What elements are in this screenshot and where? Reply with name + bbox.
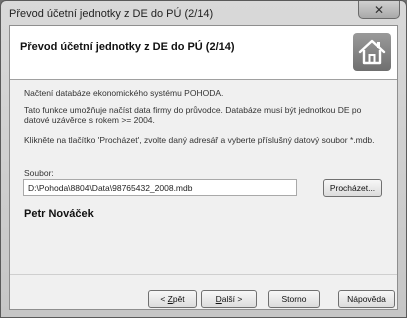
page-title: Převod účetní jednotky z DE do PÚ (2/14): [20, 41, 235, 53]
intro-text: Načtení databáze ekonomického systému PO…: [24, 88, 224, 98]
instruction-text: Klikněte na tlačítko 'Procházet', zvolte…: [24, 135, 375, 145]
title-bar[interactable]: Převod účetní jednotky z DE do PÚ (2/14)…: [1, 1, 406, 25]
file-label: Soubor:: [24, 168, 54, 178]
window-title: Převod účetní jednotky z DE do PÚ (2/14): [9, 8, 214, 20]
next-button[interactable]: Další >: [201, 290, 257, 308]
back-button[interactable]: < Zpět: [148, 290, 197, 308]
user-name: Petr Nováček: [24, 208, 94, 220]
wizard-header: Převod účetní jednotky z DE do PÚ (2/14): [10, 26, 397, 80]
help-button[interactable]: Nápověda: [338, 290, 395, 308]
description-text: Tato funkce umožňuje načíst data firmy d…: [24, 105, 362, 125]
cancel-button[interactable]: Storno: [268, 290, 320, 308]
wizard-client-area: Převod účetní jednotky z DE do PÚ (2/14)…: [9, 25, 398, 310]
browse-button[interactable]: Procházet...: [323, 179, 382, 197]
home-icon: [353, 33, 391, 71]
close-button[interactable]: ✕: [358, 1, 400, 19]
file-path-input[interactable]: [23, 179, 297, 196]
next-rest: alší >: [221, 294, 243, 304]
close-icon: ✕: [373, 2, 385, 17]
footer-divider: [10, 274, 397, 275]
back-prefix: <: [160, 294, 168, 304]
wizard-window: Převod účetní jednotky z DE do PÚ (2/14)…: [0, 0, 407, 318]
back-rest: pět: [172, 294, 185, 304]
